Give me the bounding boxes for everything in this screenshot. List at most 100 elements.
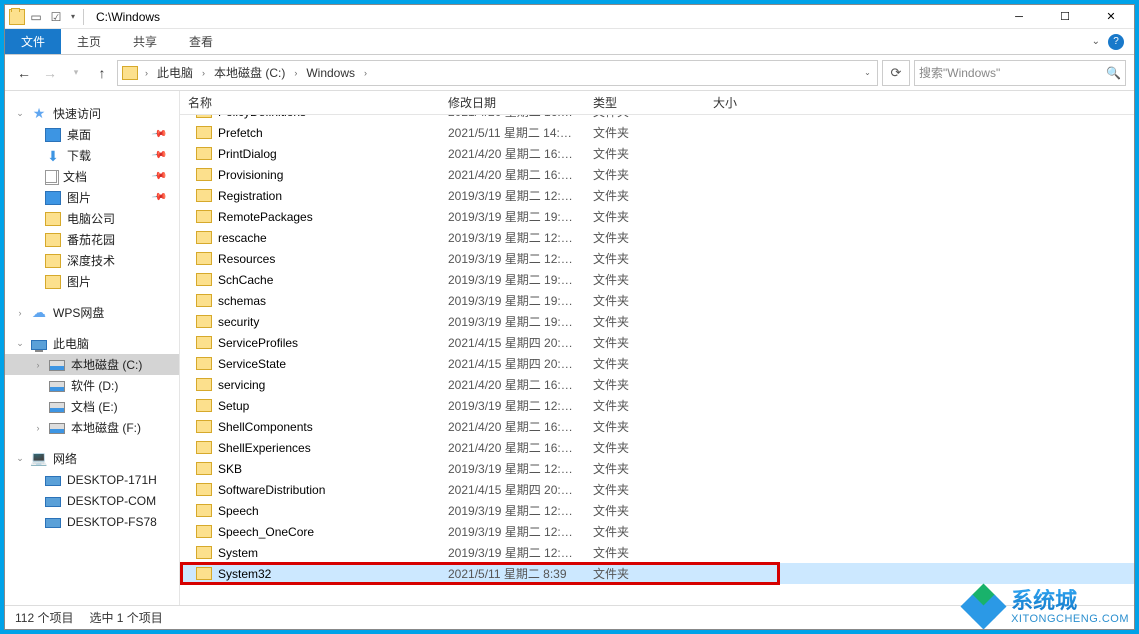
nav-documents[interactable]: 文档📌 [5, 166, 179, 187]
column-type[interactable]: 类型 [585, 91, 705, 114]
file-name: System [218, 546, 258, 560]
qa-customize-button[interactable]: ▾ [67, 12, 79, 21]
nav-drive-e[interactable]: ›文档 (E:) [5, 396, 179, 417]
refresh-button[interactable]: ⟳ [882, 60, 910, 86]
column-name[interactable]: 名称 [180, 91, 440, 114]
breadcrumb-drive[interactable]: 本地磁盘 (C:) [208, 61, 291, 85]
nav-network[interactable]: ⌄💻网络 [5, 448, 179, 469]
help-icon[interactable]: ? [1108, 34, 1124, 50]
ribbon-tab-share[interactable]: 共享 [117, 29, 173, 54]
nav-drive-c[interactable]: ›本地磁盘 (C:) [5, 354, 179, 375]
file-row[interactable]: Registration2019/3/19 星期二 12:…文件夹 [180, 185, 1134, 206]
file-type: 文件夹 [585, 460, 705, 477]
file-date: 2021/4/15 星期四 20:… [440, 334, 585, 351]
file-row[interactable]: Speech2019/3/19 星期二 12:…文件夹 [180, 500, 1134, 521]
file-row[interactable]: security2019/3/19 星期二 19:…文件夹 [180, 311, 1134, 332]
file-list[interactable]: 名称 修改日期 类型 大小 PolicyDefinitions2021/4/20… [180, 91, 1134, 605]
maximize-button[interactable]: ☐ [1042, 5, 1088, 29]
nav-drive-d[interactable]: ›软件 (D:) [5, 375, 179, 396]
nav-folder[interactable]: 电脑公司 [5, 208, 179, 229]
file-type: 文件夹 [585, 544, 705, 561]
file-row[interactable]: PrintDialog2021/4/20 星期二 16:…文件夹 [180, 143, 1134, 164]
qa-checkbox-button[interactable]: ☑ [47, 8, 65, 26]
file-type: 文件夹 [585, 292, 705, 309]
breadcrumb-sep[interactable]: › [142, 61, 151, 85]
column-date[interactable]: 修改日期 [440, 91, 585, 114]
breadcrumb-sep[interactable]: › [199, 61, 208, 85]
folder-icon [196, 168, 212, 181]
nav-downloads[interactable]: ⬇下载📌 [5, 145, 179, 166]
file-row[interactable]: System2019/3/19 星期二 12:…文件夹 [180, 542, 1134, 563]
file-row[interactable]: SoftwareDistribution2021/4/15 星期四 20:…文件… [180, 479, 1134, 500]
file-row[interactable]: SchCache2019/3/19 星期二 19:…文件夹 [180, 269, 1134, 290]
breadcrumb-sep[interactable]: › [291, 61, 300, 85]
nav-desktop[interactable]: 桌面📌 [5, 124, 179, 145]
file-row[interactable]: Prefetch2021/5/11 星期二 14:…文件夹 [180, 122, 1134, 143]
file-row[interactable]: RemotePackages2019/3/19 星期二 19:…文件夹 [180, 206, 1134, 227]
file-date: 2021/5/11 星期二 8:39 [440, 565, 585, 582]
breadcrumb-pc[interactable]: 此电脑 [151, 61, 199, 85]
folder-icon [196, 378, 212, 391]
navigation-pane[interactable]: ⌄★快速访问 桌面📌 ⬇下载📌 文档📌 图片📌 电脑公司 番茄花园 深度技术 图… [5, 91, 180, 605]
nav-folder[interactable]: 深度技术 [5, 250, 179, 271]
nav-this-pc[interactable]: ⌄此电脑 [5, 333, 179, 354]
folder-icon [196, 294, 212, 307]
breadcrumb-folder[interactable]: Windows [300, 61, 361, 85]
breadcrumb-sep[interactable]: › [361, 61, 370, 85]
file-row[interactable]: schemas2019/3/19 星期二 19:…文件夹 [180, 290, 1134, 311]
nav-pictures[interactable]: 图片📌 [5, 187, 179, 208]
watermark-icon [963, 586, 1005, 628]
file-row[interactable]: rescache2019/3/19 星期二 12:…文件夹 [180, 227, 1134, 248]
search-input[interactable]: 搜索"Windows" 🔍 [914, 60, 1126, 86]
file-row[interactable]: Provisioning2021/4/20 星期二 16:…文件夹 [180, 164, 1134, 185]
file-row[interactable]: SKB2019/3/19 星期二 12:…文件夹 [180, 458, 1134, 479]
up-button[interactable]: ↑ [91, 62, 113, 84]
file-row[interactable]: ServiceProfiles2021/4/15 星期四 20:…文件夹 [180, 332, 1134, 353]
file-row[interactable]: Setup2019/3/19 星期二 12:…文件夹 [180, 395, 1134, 416]
file-row[interactable]: ShellExperiences2021/4/20 星期二 16:…文件夹 [180, 437, 1134, 458]
navbar: ← → ▾ ↑ › 此电脑 › 本地磁盘 (C:) › Windows › ⌄ … [5, 55, 1134, 91]
file-name: ServiceState [218, 357, 286, 371]
address-bar[interactable]: › 此电脑 › 本地磁盘 (C:) › Windows › ⌄ [117, 60, 878, 86]
forward-button[interactable]: → [39, 62, 61, 84]
pin-icon: 📌 [150, 147, 167, 163]
nav-drive-f[interactable]: ›本地磁盘 (F:) [5, 417, 179, 438]
file-name: Speech_OneCore [218, 525, 314, 539]
file-row[interactable]: Resources2019/3/19 星期二 12:…文件夹 [180, 248, 1134, 269]
file-row[interactable]: ServiceState2021/4/15 星期四 20:…文件夹 [180, 353, 1134, 374]
close-button[interactable]: ✕ [1088, 5, 1134, 29]
nav-wps[interactable]: ›☁WPS网盘 [5, 302, 179, 323]
file-row[interactable]: ShellComponents2021/4/20 星期二 16:…文件夹 [180, 416, 1134, 437]
file-row[interactable]: System322021/5/11 星期二 8:39文件夹 [180, 563, 1134, 584]
file-name: Resources [218, 252, 275, 266]
titlebar: ▭ ☑ ▾ C:\Windows ─ ☐ ✕ [5, 5, 1134, 29]
nav-network-pc[interactable]: DESKTOP-FS78 [5, 511, 179, 532]
file-type: 文件夹 [585, 271, 705, 288]
address-history-icon[interactable]: ⌄ [857, 61, 877, 85]
file-name: RemotePackages [218, 210, 313, 224]
folder-icon [196, 420, 212, 433]
ribbon-file-tab[interactable]: 文件 [5, 29, 61, 54]
nav-network-pc[interactable]: DESKTOP-COM [5, 490, 179, 511]
nav-folder[interactable]: 番茄花园 [5, 229, 179, 250]
back-button[interactable]: ← [13, 62, 35, 84]
nav-quick-access[interactable]: ⌄★快速访问 [5, 103, 179, 124]
minimize-button[interactable]: ─ [996, 5, 1042, 29]
ribbon-expand-icon[interactable]: ⌄ [1092, 36, 1100, 47]
nav-network-pc[interactable]: DESKTOP-171H [5, 469, 179, 490]
file-row[interactable]: Speech_OneCore2019/3/19 星期二 12:…文件夹 [180, 521, 1134, 542]
file-row[interactable]: servicing2021/4/20 星期二 16:…文件夹 [180, 374, 1134, 395]
ribbon-tab-view[interactable]: 查看 [173, 29, 229, 54]
file-name: rescache [218, 231, 267, 245]
qa-props-button[interactable]: ▭ [27, 8, 45, 26]
history-dropdown[interactable]: ▾ [65, 62, 87, 84]
column-size[interactable]: 大小 [705, 91, 805, 114]
watermark-cn: 系统城 [1011, 589, 1129, 613]
ribbon: 文件 主页 共享 查看 ⌄ ? [5, 29, 1134, 55]
file-name: security [218, 315, 259, 329]
nav-folder[interactable]: 图片 [5, 271, 179, 292]
file-name: servicing [218, 378, 265, 392]
ribbon-tab-home[interactable]: 主页 [61, 29, 117, 54]
folder-icon [196, 315, 212, 328]
file-type: 文件夹 [585, 481, 705, 498]
